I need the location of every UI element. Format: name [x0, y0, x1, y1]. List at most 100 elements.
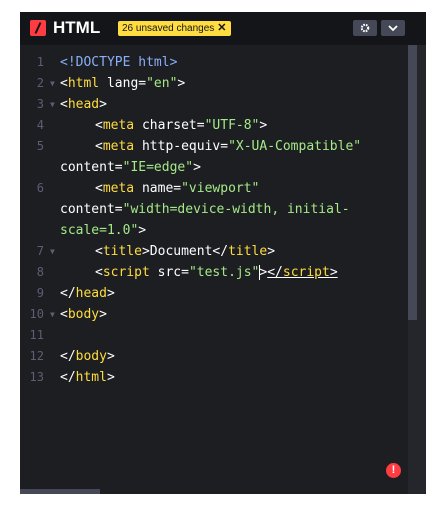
code-token: >: [259, 118, 268, 133]
code-token: Document: [149, 244, 213, 259]
code-token: </: [60, 286, 76, 301]
code-line[interactable]: 5 <meta http-equiv="X-UA-Compatible" cont…: [20, 136, 408, 178]
code-token: <: [95, 139, 103, 154]
code-token: <: [60, 97, 68, 112]
line-code: </body>: [60, 346, 380, 367]
line-number: 5: [36, 139, 44, 153]
line-number: 7: [36, 244, 44, 258]
line-number: 6: [36, 181, 44, 195]
code-token: "viewport": [181, 181, 260, 196]
code-line[interactable]: 7 ▼ <title>Document</title>: [20, 241, 408, 262]
code-token: content=: [60, 160, 123, 175]
line-number-gutter: 3 ▼: [20, 94, 60, 115]
code-line[interactable]: 2 ▼ <html lang="en">: [20, 73, 408, 94]
line-number: 9: [36, 286, 44, 300]
fold-arrow-icon[interactable]: ▼: [50, 304, 55, 325]
code-token: charset=: [134, 118, 205, 133]
line-number: 13: [29, 370, 44, 384]
code-token: >: [141, 244, 150, 259]
html-logo-icon: [30, 20, 46, 36]
code-token: title: [102, 244, 142, 259]
line-number-gutter: 1: [20, 52, 60, 73]
code-token: "IE=edge": [122, 160, 194, 175]
unsaved-changes-badge[interactable]: 26 unsaved changes ✕: [118, 21, 231, 36]
code-token: "UTF-8": [204, 118, 260, 133]
code-token: <: [60, 307, 68, 322]
code-token: content=: [60, 202, 123, 217]
line-number-gutter: 8: [20, 262, 60, 283]
code-line[interactable]: 9 </head>: [20, 283, 408, 304]
line-number-gutter: 10 ▼: [20, 304, 60, 325]
gear-icon: [360, 23, 370, 33]
code-line[interactable]: 12 </body>: [20, 346, 408, 367]
fold-arrow-icon[interactable]: ▼: [50, 94, 55, 115]
unsaved-changes-label: 26 unsaved changes: [122, 23, 215, 34]
line-code: </head>: [60, 283, 380, 304]
line-code: <body>: [60, 304, 380, 325]
code-token: body: [75, 349, 107, 364]
code-editor[interactable]: 1 <!DOCTYPE html> 2 ▼ <html lang="en"> 3 ▼ <hea…: [20, 52, 408, 388]
html-editor-panel: HTML 26 unsaved changes ✕ 1 <!DOCTYPE htm…: [20, 12, 426, 494]
code-token: >: [106, 370, 115, 385]
line-number-gutter: 11: [20, 325, 60, 346]
code-token: html: [75, 370, 107, 385]
code-token: </: [267, 265, 283, 280]
line-number-gutter: 9: [20, 283, 60, 304]
code-token: title: [228, 244, 268, 259]
code-token: <: [60, 76, 68, 91]
line-number-gutter: 6: [20, 178, 60, 241]
error-icon[interactable]: !: [386, 463, 401, 478]
code-line[interactable]: 11: [20, 325, 408, 346]
close-icon[interactable]: ✕: [217, 21, 226, 36]
code-token: name=: [134, 181, 182, 196]
line-number-gutter: 2 ▼: [20, 73, 60, 94]
code-line[interactable]: 1 <!DOCTYPE html>: [20, 52, 408, 73]
code-token: <: [95, 265, 103, 280]
line-number: 4: [36, 118, 44, 132]
code-token: meta: [102, 118, 135, 133]
code-line[interactable]: 3 ▼ <head>: [20, 94, 408, 115]
line-number: 3: [36, 97, 44, 111]
code-token: >: [193, 160, 201, 175]
code-token: >: [106, 349, 115, 364]
code-line[interactable]: 10 ▼ <body>: [20, 304, 408, 325]
code-token: html: [67, 76, 100, 91]
line-number: 11: [29, 328, 44, 342]
line-number: 1: [36, 55, 44, 69]
settings-button[interactable]: [353, 20, 377, 36]
line-code: <html lang="en">: [60, 73, 380, 94]
code-token: src=: [149, 265, 189, 280]
code-line[interactable]: 4 <meta charset="UTF-8">: [20, 115, 408, 136]
code-token: script: [282, 265, 330, 280]
code-token: >: [267, 244, 276, 259]
line-code: <head>: [60, 94, 380, 115]
code-token: <: [95, 118, 103, 133]
fold-arrow-icon[interactable]: ▼: [50, 241, 55, 262]
line-number-gutter: 5: [20, 136, 60, 178]
code-token: >: [99, 307, 107, 322]
code-line[interactable]: 8 <script src="test.js"></script>: [20, 262, 408, 283]
horizontal-scrollbar-thumb[interactable]: [20, 489, 100, 494]
code-token: script: [102, 265, 150, 280]
code-token: head: [67, 97, 100, 112]
code-token: >: [138, 223, 147, 238]
collapse-button[interactable]: [381, 20, 405, 36]
editor-titlebar: HTML 26 unsaved changes ✕: [20, 12, 426, 45]
fold-arrow-icon[interactable]: ▼: [50, 73, 55, 94]
code-line[interactable]: 13 </html>: [20, 367, 408, 388]
editor-title: HTML: [53, 18, 101, 37]
code-token: <: [95, 181, 103, 196]
line-code: <script src="test.js"></script>: [60, 262, 380, 283]
chevron-down-icon: [388, 24, 398, 31]
code-token: body: [67, 307, 100, 322]
line-code: <meta charset="UTF-8">: [60, 115, 380, 136]
code-token: </: [60, 349, 76, 364]
line-number: 8: [36, 265, 44, 279]
line-code: <title>Document</title>: [60, 241, 380, 262]
vertical-scrollbar-thumb[interactable]: [408, 45, 417, 320]
code-token: "en": [146, 76, 178, 91]
line-number-gutter: 12: [20, 346, 60, 367]
code-token: "X-UA-Compatible": [228, 139, 362, 154]
line-number-gutter: 13: [20, 367, 60, 388]
code-line[interactable]: 6 <meta name="viewport" content="width=de…: [20, 178, 408, 241]
